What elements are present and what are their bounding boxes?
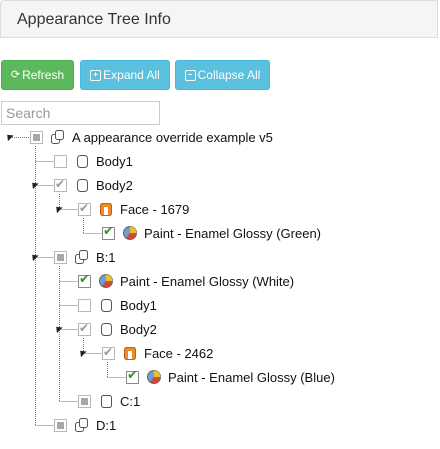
tree-node-b1[interactable]: B:1	[54, 248, 116, 266]
tree-node-label: Body1	[96, 153, 133, 169]
tree-checkbox[interactable]	[102, 345, 115, 360]
assembly-icon	[75, 250, 88, 264]
expander-b1-body2[interactable]	[53, 323, 63, 334]
tree-node-label: Body1	[120, 297, 157, 313]
collapse-icon: −	[184, 69, 196, 81]
tree-checkbox[interactable]	[30, 130, 43, 144]
tree-node-label: A appearance override example v5	[72, 129, 273, 145]
paint-icon	[99, 274, 113, 288]
tree-node-b1-body1[interactable]: Body1	[78, 296, 157, 314]
tree-node-label: Face - 1679	[120, 201, 190, 217]
part-icon	[101, 395, 112, 408]
refresh-icon: ⟳	[10, 68, 21, 81]
paint-icon	[147, 370, 161, 384]
tree-checkbox[interactable]	[54, 250, 67, 264]
tree-node-paint-white[interactable]: Paint - Enamel Glossy (White)	[78, 272, 294, 290]
tree-node-label: Body2	[96, 177, 133, 193]
tree-node-root[interactable]: A appearance override example v5	[30, 128, 273, 146]
tree-checkbox[interactable]	[78, 272, 91, 288]
refresh-button[interactable]: ⟳ Refresh	[1, 60, 74, 90]
collapse-all-label: Collapse All	[197, 68, 261, 82]
tree-node-label: C:1	[120, 393, 141, 409]
tree-node-c1[interactable]: C:1	[78, 392, 140, 410]
expander-body2[interactable]	[29, 179, 39, 190]
body-icon	[77, 179, 88, 192]
face-icon	[100, 203, 112, 216]
face-icon	[124, 347, 136, 360]
tree-node-label: Paint - Enamel Glossy (Blue)	[168, 369, 335, 385]
tree-node-d1[interactable]: D:1	[54, 416, 116, 434]
assembly-icon	[75, 418, 88, 432]
tree-node-label: Paint - Enamel Glossy (Green)	[144, 225, 322, 241]
refresh-label: Refresh	[22, 68, 65, 82]
tree-node-label: Paint - Enamel Glossy (White)	[120, 273, 295, 289]
expand-icon: +	[90, 69, 102, 81]
search-input[interactable]	[1, 101, 160, 125]
tree-node-body1[interactable]: Body1	[54, 152, 133, 170]
tree-node-paint-green[interactable]: Paint - Enamel Glossy (Green)	[102, 224, 321, 242]
tree-node-face-1679[interactable]: Face - 1679	[78, 200, 189, 218]
tree-checkbox[interactable]	[78, 321, 91, 336]
tree-node-paint-blue[interactable]: Paint - Enamel Glossy (Blue)	[126, 368, 335, 386]
tree-checkbox[interactable]	[126, 368, 139, 384]
tree-node-label: B:1	[96, 249, 116, 265]
panel-header: Appearance Tree Info	[0, 0, 438, 38]
tree-checkbox[interactable]	[54, 418, 67, 432]
tree-node-label: Body2	[120, 321, 157, 337]
expand-all-button[interactable]: + Expand All	[80, 60, 170, 90]
expander-root[interactable]	[4, 131, 14, 142]
body-icon	[101, 299, 112, 312]
paint-icon	[123, 226, 137, 240]
tree-node-label: D:1	[96, 417, 117, 433]
panel-title: Appearance Tree Info	[17, 11, 171, 28]
tree-node-b1-body2[interactable]: Body2	[78, 320, 157, 338]
expander-b1[interactable]	[29, 251, 39, 262]
tree-checkbox[interactable]	[78, 201, 91, 216]
body-icon	[77, 155, 88, 168]
tree-checkbox[interactable]	[54, 154, 67, 168]
tree-checkbox[interactable]	[78, 394, 91, 408]
assembly-icon	[51, 130, 64, 144]
tree-node-label: Face - 2462	[144, 345, 214, 361]
tree-node-body2[interactable]: Body2	[54, 176, 133, 194]
expander-face-2462[interactable]	[77, 347, 87, 358]
tree-node-face-2462[interactable]: Face - 2462	[102, 344, 213, 362]
tree-checkbox[interactable]	[54, 177, 67, 192]
expand-all-label: Expand All	[103, 68, 160, 82]
tree-checkbox[interactable]	[78, 298, 91, 312]
collapse-all-button[interactable]: − Collapse All	[175, 60, 270, 90]
body-icon	[101, 323, 112, 336]
expander-face-1679[interactable]	[53, 203, 63, 214]
tree-checkbox[interactable]	[102, 224, 115, 240]
